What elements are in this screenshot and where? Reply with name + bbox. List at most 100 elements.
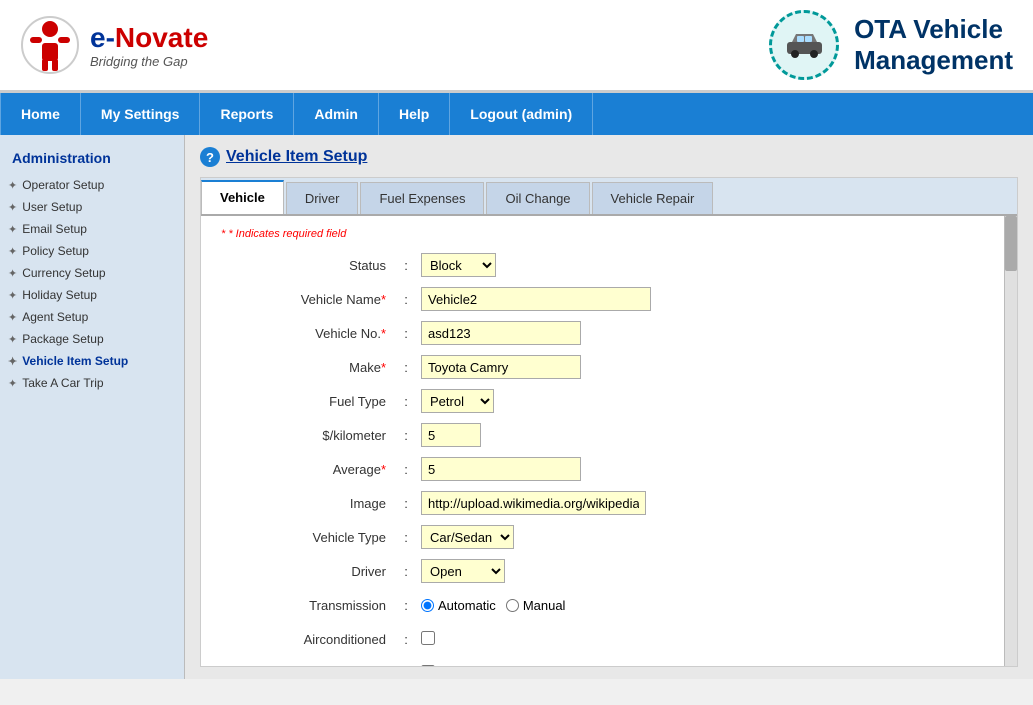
airconditioned-label: Airconditioned [221,632,396,647]
airconditioned-field [421,631,997,648]
gear-icon: ✦ [8,201,17,214]
field-row-vehicle-name: Vehicle Name* : [221,286,997,312]
tab-vehicle-repair[interactable]: Vehicle Repair [592,182,714,214]
page-title: Vehicle Item Setup [226,148,367,166]
nav-my-settings[interactable]: My Settings [81,93,201,135]
gps-field [421,665,997,667]
sidebar-item-user-setup[interactable]: ✦ User Setup [0,196,184,218]
field-row-vehicle-no: Vehicle No.* : [221,320,997,346]
scrollbar-thumb[interactable] [1005,216,1017,271]
nav-home[interactable]: Home [0,93,81,135]
tab-oil-change[interactable]: Oil Change [486,182,589,214]
vehicle-type-label: Vehicle Type [221,530,396,545]
nav-logout[interactable]: Logout (admin) [450,93,593,135]
nav-admin[interactable]: Admin [294,93,379,135]
field-row-make: Make* : [221,354,997,380]
app-title: OTA Vehicle Management [854,14,1013,76]
dollar-km-field [421,423,997,447]
required-note: * * Indicates required field [221,228,997,240]
field-row-gps: GPS Built in : [221,660,997,666]
transmission-field: Automatic Manual [421,598,997,613]
sidebar-title: Administration [0,145,184,174]
dollar-km-input[interactable] [421,423,481,447]
transmission-manual-label: Manual [506,598,566,613]
logo-left: e-Novate Bridging the Gap [20,15,208,75]
scrollbar-track[interactable] [1004,216,1017,666]
field-row-dollar-km: $/kilometer : [221,422,997,448]
status-select[interactable]: Block Active Inactive [421,253,496,277]
sidebar-item-email-setup[interactable]: ✦ Email Setup [0,218,184,240]
average-field [421,457,997,481]
field-row-driver: Driver : Open Assigned [221,558,997,584]
car-logo-circle [769,10,839,80]
fuel-type-select[interactable]: Petrol Diesel Electric [421,389,494,413]
vehicle-name-input[interactable] [421,287,651,311]
nav-help[interactable]: Help [379,93,450,135]
vehicle-type-select[interactable]: Car/Sedan SUV Van Truck [421,525,514,549]
sidebar-item-policy-setup[interactable]: ✦ Policy Setup [0,240,184,262]
help-icon: ? [200,147,220,167]
tab-vehicle[interactable]: Vehicle [201,180,284,214]
field-row-vehicle-type: Vehicle Type : Car/Sedan SUV Van Truck [221,524,997,550]
field-row-transmission: Transmission : Automatic Manual [221,592,997,618]
tab-fuel-expenses[interactable]: Fuel Expenses [360,182,484,214]
vehicle-name-field [421,287,997,311]
vehicle-no-field [421,321,997,345]
driver-field: Open Assigned [421,559,997,583]
gear-icon: ✦ [8,223,17,236]
form-content: * * Indicates required field Status : Bl… [201,216,1017,666]
sidebar-item-vehicle-item-setup[interactable]: ✦ Vehicle Item Setup [0,350,184,372]
tab-bar: Vehicle Driver Fuel Expenses Oil Change … [201,178,1017,216]
gps-checkbox[interactable] [421,665,435,667]
sidebar-item-agent-setup[interactable]: ✦ Agent Setup [0,306,184,328]
sidebar-item-currency-setup[interactable]: ✦ Currency Setup [0,262,184,284]
driver-select[interactable]: Open Assigned [421,559,505,583]
main-layout: Administration ✦ Operator Setup ✦ User S… [0,135,1033,679]
image-label: Image [221,496,396,511]
vehicle-no-label: Vehicle No.* [221,326,396,341]
sidebar: Administration ✦ Operator Setup ✦ User S… [0,135,185,679]
form-card: Vehicle Driver Fuel Expenses Oil Change … [200,177,1018,667]
driver-label: Driver [221,564,396,579]
logo-right: OTA Vehicle Management [769,10,1013,80]
tab-driver[interactable]: Driver [286,182,359,214]
field-row-average: Average* : [221,456,997,482]
status-field: Block Active Inactive [421,253,997,277]
fuel-type-label: Fuel Type [221,394,396,409]
main-nav: Home My Settings Reports Admin Help Logo… [0,93,1033,135]
gear-icon: ✦ [8,179,17,192]
gps-label: GPS Built in [221,666,396,667]
image-input[interactable] [421,491,646,515]
sidebar-item-holiday-setup[interactable]: ✦ Holiday Setup [0,284,184,306]
field-row-fuel-type: Fuel Type : Petrol Diesel Electric [221,388,997,414]
gear-icon: ✦ [8,333,17,346]
brand-tagline: Bridging the Gap [90,54,208,69]
vehicle-name-label: Vehicle Name* [221,292,396,307]
sidebar-item-operator-setup[interactable]: ✦ Operator Setup [0,174,184,196]
transmission-manual-radio[interactable] [506,599,519,612]
sidebar-item-package-setup[interactable]: ✦ Package Setup [0,328,184,350]
brand-name: e-Novate [90,22,208,54]
dollar-km-label: $/kilometer [221,428,396,443]
gear-icon: ✦ [8,289,17,302]
field-row-status: Status : Block Active Inactive [221,252,997,278]
brand-icon [20,15,80,75]
make-input[interactable] [421,355,581,379]
make-label: Make* [221,360,396,375]
airconditioned-checkbox[interactable] [421,631,435,645]
transmission-automatic-radio[interactable] [421,599,434,612]
field-row-airconditioned: Airconditioned : [221,626,997,652]
vehicle-no-input[interactable] [421,321,581,345]
content-area: ? Vehicle Item Setup Vehicle Driver Fuel… [185,135,1033,679]
nav-reports[interactable]: Reports [200,93,294,135]
gear-icon: ✦ [8,245,17,258]
average-label: Average* [221,462,396,477]
average-input[interactable] [421,457,581,481]
sidebar-item-take-a-car-trip[interactable]: ✦ Take A Car Trip [0,372,184,394]
header: e-Novate Bridging the Gap OTA Vehicle Ma… [0,0,1033,93]
vehicle-type-field: Car/Sedan SUV Van Truck [421,525,997,549]
transmission-automatic-label: Automatic [421,598,496,613]
transmission-label: Transmission [221,598,396,613]
transmission-radio-group: Automatic Manual [421,598,997,613]
brand-text: e-Novate Bridging the Gap [90,22,208,69]
